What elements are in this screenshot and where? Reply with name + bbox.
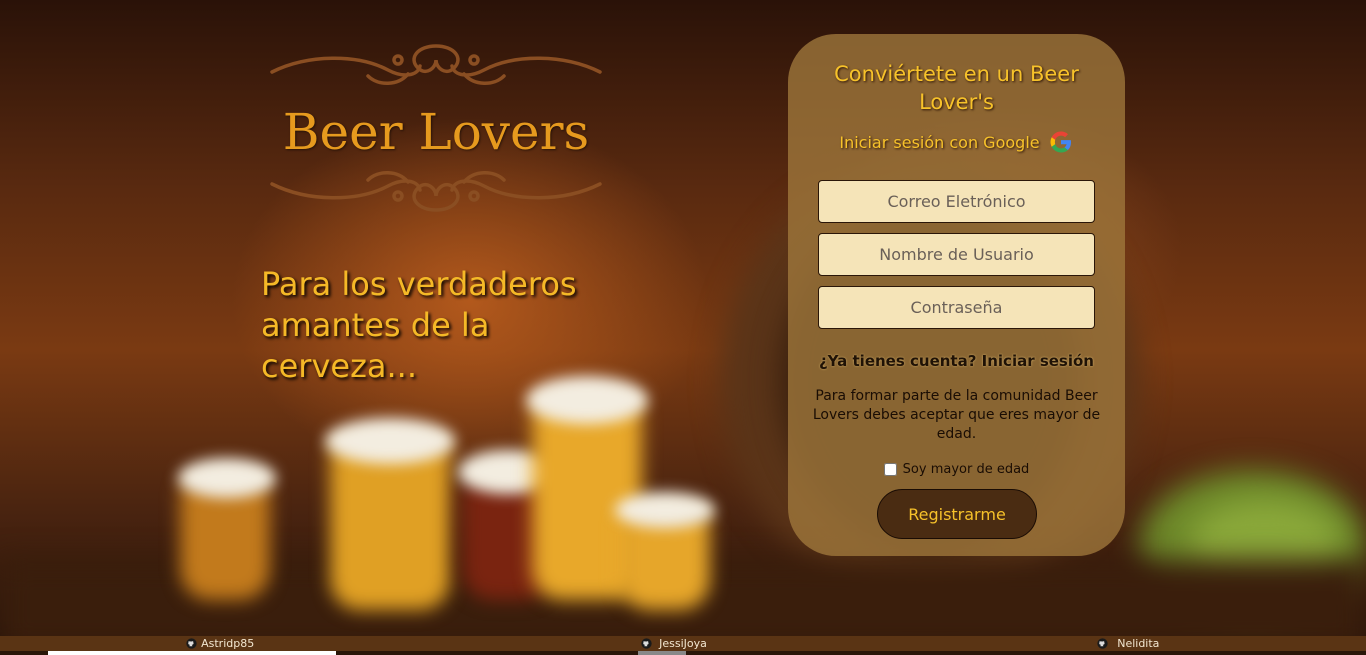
github-icon <box>641 638 652 649</box>
github-icon <box>186 638 197 649</box>
username-field[interactable] <box>818 233 1095 276</box>
login-question: ¿Ya tienes cuenta? <box>818 352 977 370</box>
credit-name: Astridp85 <box>201 637 255 650</box>
credit-link-3[interactable]: Nelidita <box>911 636 1366 651</box>
age-checkbox[interactable] <box>883 462 897 476</box>
register-card: Conviértete en un Beer Lover's Iniciar s… <box>788 34 1125 556</box>
google-signin-label: Iniciar sesión con Google <box>839 132 1040 152</box>
footer-strip-segment <box>638 651 686 655</box>
login-prompt: ¿Ya tienes cuenta? Iniciar sesión <box>788 352 1125 370</box>
footer-strip-segment <box>48 651 336 655</box>
brand-tagline: Para los verdaderos amantes de la cervez… <box>261 265 577 385</box>
register-button[interactable]: Registrarme <box>877 489 1037 539</box>
credit-link-1[interactable]: Astridp85 <box>0 636 455 651</box>
google-icon[interactable] <box>1048 129 1074 155</box>
background-image <box>0 0 1366 636</box>
form-title: Conviértete en un Beer Lover's <box>834 62 1079 114</box>
footer-strip <box>0 651 1366 655</box>
credit-link-2[interactable]: JessiJoya <box>455 636 910 651</box>
credit-name: JessiJoya <box>659 637 707 650</box>
age-notice: Para formar parte de la comunidad Beer L… <box>812 388 1101 442</box>
login-link[interactable]: Iniciar sesión <box>982 352 1094 370</box>
age-checkbox-label: Soy mayor de edad <box>902 461 1030 477</box>
email-field[interactable] <box>818 180 1095 223</box>
brand-title: Beer Lovers <box>282 103 590 161</box>
credit-name: Nelidita <box>1117 637 1160 650</box>
github-icon <box>1097 638 1108 649</box>
password-field[interactable] <box>818 286 1095 329</box>
age-confirmation[interactable]: Soy mayor de edad <box>788 459 1125 479</box>
google-signin-button[interactable]: Iniciar sesión con Google <box>788 130 1125 154</box>
beer-lovers-logo: Beer Lovers <box>268 40 604 215</box>
